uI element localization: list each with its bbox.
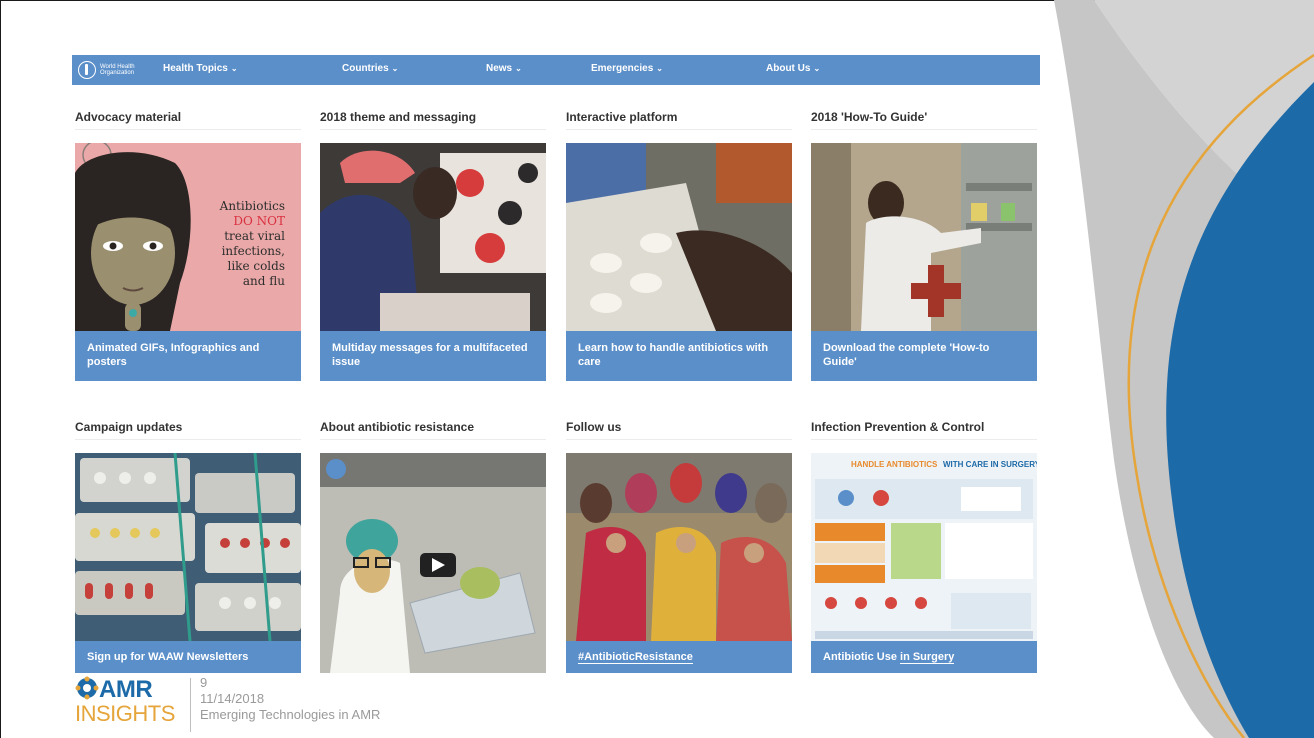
card-title-follow[interactable]: Follow us (566, 418, 792, 440)
who-logo-text: World Health Organization (100, 63, 135, 77)
slide-number: 9 (200, 675, 208, 690)
who-nav-bar: World Health Organization Health Topics ⌄… (72, 55, 1040, 85)
nav-item-about-us[interactable]: About Us ⌄ (766, 63, 820, 74)
logo-amr-text: AMR (99, 676, 153, 703)
card-title-ipc[interactable]: Infection Prevention & Control (811, 418, 1037, 440)
ipc-infographic[interactable]: HANDLE ANTIBIOTICS WITH CARE IN SURGERY (811, 453, 1037, 641)
card-title-theme[interactable]: 2018 theme and messaging (320, 108, 546, 130)
card-title-resistance[interactable]: About antibiotic resistance (320, 418, 546, 440)
amr-logo-mark-icon (75, 676, 99, 700)
infographic-title-b: WITH CARE IN SURGERY (943, 460, 1037, 469)
card-caption-platform[interactable]: Learn how to handle antibiotics with car… (566, 331, 792, 381)
who-emblem-icon (78, 61, 96, 79)
logo-insights-text: INSIGHTS (75, 701, 175, 726)
chevron-down-icon: ⌄ (813, 64, 821, 73)
resistance-video-embed[interactable] (320, 453, 546, 673)
slide-decoration (1054, 0, 1314, 738)
hashtag-link[interactable]: #AntibioticResistance (578, 651, 693, 664)
who-logo[interactable]: World Health Organization (78, 61, 140, 79)
nav-item-emergencies[interactable]: Emergencies ⌄ (591, 63, 663, 74)
amr-insights-logo: AMR INSIGHTS (75, 676, 177, 732)
card-caption-advocacy[interactable]: Animated GIFs, Infographics and posters (75, 331, 301, 381)
theme-photo[interactable] (320, 143, 546, 331)
chevron-down-icon: ⌄ (230, 64, 238, 73)
nav-item-countries[interactable]: Countries ⌄ (342, 63, 398, 74)
advocacy-poster-image[interactable]: Antibiotics DO NOT treat viral infection… (75, 143, 301, 331)
chevron-down-icon: ⌄ (656, 64, 663, 73)
card-caption-campaign[interactable]: Sign up for WAAW Newsletters (75, 641, 301, 673)
campaign-pills-photo[interactable] (75, 453, 301, 641)
nav-item-news[interactable]: News ⌄ (486, 63, 522, 74)
card-title-platform[interactable]: Interactive platform (566, 108, 792, 130)
surgery-link[interactable]: in Surgery (900, 651, 955, 664)
card-title-advocacy[interactable]: Advocacy material (75, 108, 301, 130)
poster-message: Antibiotics DO NOT treat viral infection… (219, 199, 285, 288)
slide-date: 11/14/2018 (200, 691, 265, 706)
card-caption-follow[interactable]: #AntibioticResistance (566, 641, 792, 673)
footer-info: 9 11/14/2018 Emerging Technologies in AM… (200, 675, 380, 723)
footer-divider (190, 678, 191, 732)
infographic-title-a: HANDLE ANTIBIOTICS (851, 460, 938, 469)
card-caption-guide[interactable]: Download the complete 'How-to Guide' (811, 331, 1037, 381)
card-title-guide[interactable]: 2018 'How-To Guide' (811, 108, 1037, 130)
chevron-down-icon: ⌄ (391, 64, 399, 73)
card-title-campaign[interactable]: Campaign updates (75, 418, 301, 440)
slide-subtitle: Emerging Technologies in AMR (200, 707, 381, 722)
nav-item-health-topics[interactable]: Health Topics ⌄ (163, 63, 238, 74)
chevron-down-icon: ⌄ (515, 64, 522, 73)
follow-children-photo[interactable] (566, 453, 792, 641)
platform-photo[interactable] (566, 143, 792, 331)
guide-photo[interactable] (811, 143, 1037, 331)
card-caption-ipc[interactable]: Antibiotic Use in Surgery (811, 641, 1037, 673)
card-caption-theme[interactable]: Multiday messages for a multifaceted iss… (320, 331, 546, 381)
